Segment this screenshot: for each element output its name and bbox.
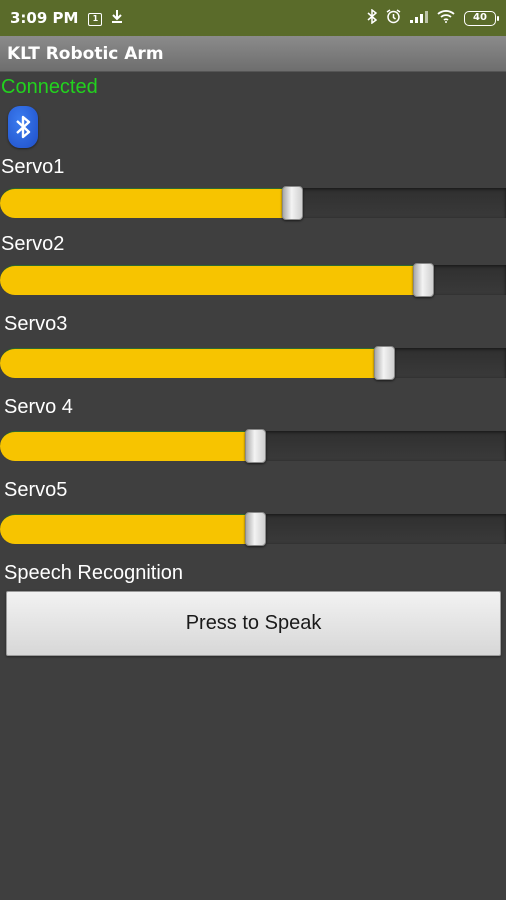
slider-fill: [0, 431, 256, 461]
bluetooth-icon: [16, 115, 31, 139]
slider-fill: [0, 348, 385, 378]
servo4-label: Servo 4: [4, 396, 73, 418]
speech-recognition-label: Speech Recognition: [4, 562, 184, 584]
battery-icon: 40: [464, 10, 499, 26]
servo3-label: Servo3: [4, 313, 68, 335]
slider-thumb[interactable]: [282, 186, 303, 220]
servo2-slider[interactable]: [0, 263, 506, 297]
signal-icon: [410, 10, 428, 27]
slider-thumb[interactable]: [374, 346, 395, 380]
slider-fill: [0, 265, 424, 295]
slider-thumb[interactable]: [245, 512, 266, 546]
servo4-slider[interactable]: [0, 429, 506, 463]
press-to-speak-button[interactable]: Press to Speak: [6, 591, 501, 656]
servo1-slider[interactable]: [0, 186, 506, 220]
notification-icon: 1: [88, 10, 103, 26]
download-icon: [110, 9, 124, 27]
bluetooth-status-icon: [367, 8, 378, 28]
connection-status: Connected: [1, 76, 98, 98]
servo2-label: Servo2: [1, 233, 65, 255]
status-bar: 3:09 PM 1 40: [0, 0, 506, 36]
servo5-label: Servo5: [4, 479, 68, 501]
slider-fill: [0, 514, 256, 544]
slider-thumb[interactable]: [413, 263, 434, 297]
servo3-slider[interactable]: [0, 346, 506, 380]
servo1-label: Servo1: [1, 156, 65, 178]
slider-thumb[interactable]: [245, 429, 266, 463]
app-title-bar: KLT Robotic Arm: [0, 36, 506, 72]
slider-fill: [0, 188, 293, 218]
alarm-icon: [386, 8, 401, 28]
servo5-slider[interactable]: [0, 512, 506, 546]
wifi-icon: [437, 9, 455, 27]
bluetooth-connect-button[interactable]: [8, 106, 38, 148]
status-time: 3:09 PM: [10, 9, 79, 27]
app-title: KLT Robotic Arm: [7, 43, 164, 64]
